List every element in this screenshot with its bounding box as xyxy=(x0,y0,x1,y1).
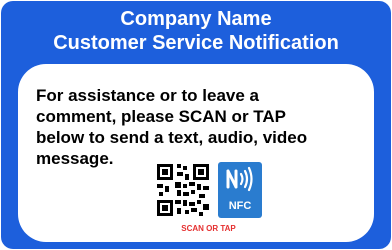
card-title: Company Name Customer Service Notificati… xyxy=(1,7,391,55)
instructions-text: For assistance or to leave a comment, pl… xyxy=(36,85,366,169)
notification-title: Customer Service Notification xyxy=(53,32,339,54)
nfc-label: NFC xyxy=(228,200,252,212)
customer-service-card: Company Name Customer Service Notificati… xyxy=(1,1,391,249)
nfc-icon[interactable]: NFC xyxy=(218,162,262,218)
scan-or-tap-label: SCAN OR TAP xyxy=(181,224,236,233)
instructions-line-1: For assistance or to leave a xyxy=(36,86,259,105)
qr-code-icon[interactable] xyxy=(155,162,211,218)
instructions-line-2: comment, please SCAN or TAP xyxy=(36,107,287,126)
message-panel: For assistance or to leave a comment, pl… xyxy=(18,64,374,242)
instructions-line-3: below to send a text, audio, video xyxy=(36,128,308,147)
company-name: Company Name xyxy=(120,8,272,30)
